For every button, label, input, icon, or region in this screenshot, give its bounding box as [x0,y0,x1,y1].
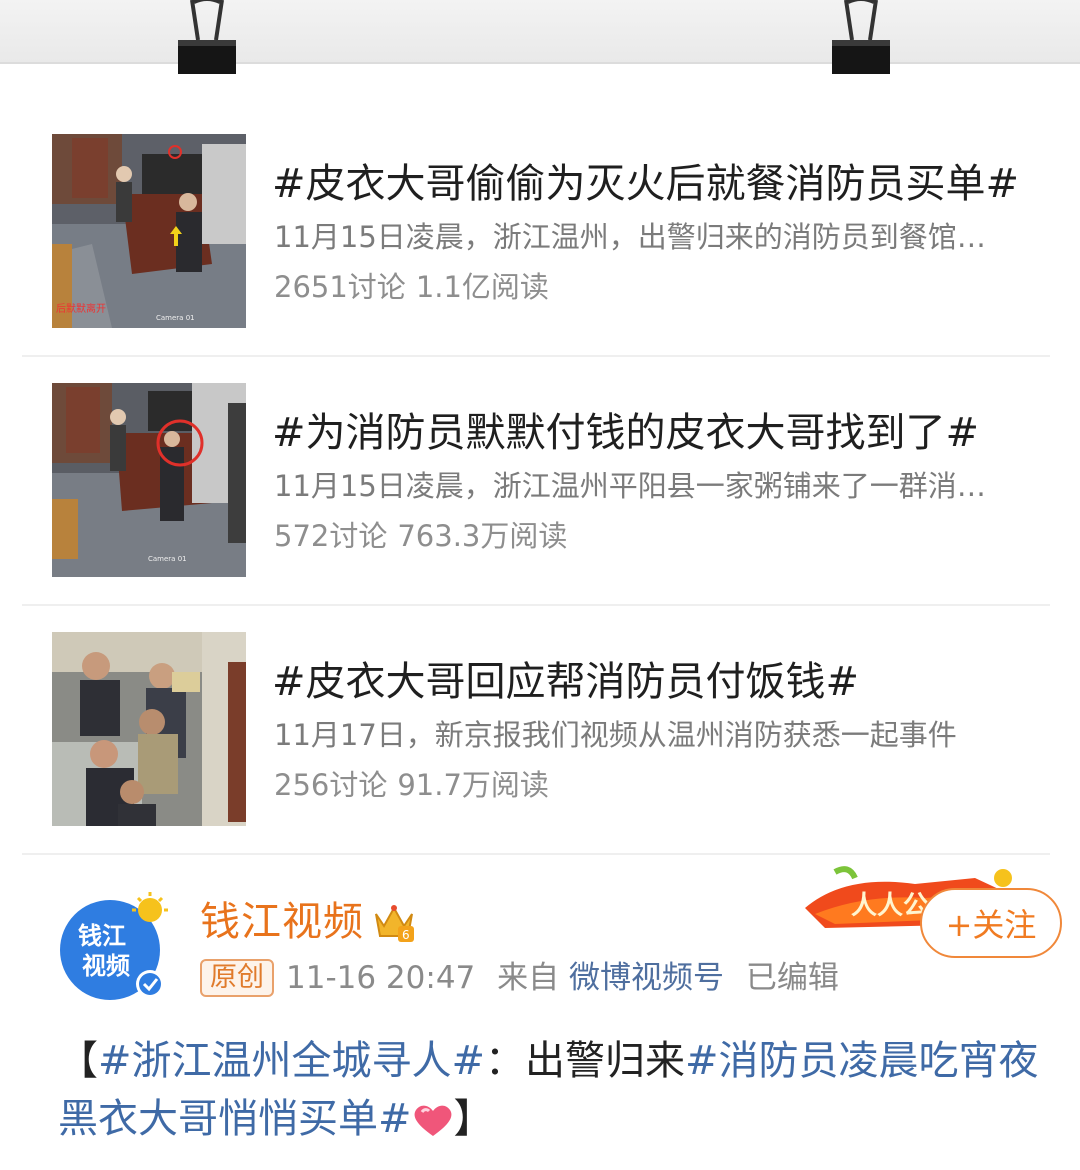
cctv-thumbnail-image: Camera 01 [52,383,246,577]
svg-text:Camera 01: Camera 01 [148,555,187,563]
username[interactable]: 钱江视频 [200,898,364,946]
topic-title[interactable]: #皮衣大哥回应帮消防员付饭钱# [272,658,1032,706]
topic-title[interactable]: #皮衣大哥偷偷为灭火后就餐消防员买单# [272,160,1032,208]
svg-text:视频: 视频 [82,952,130,980]
avatar[interactable]: 钱江 视频 [58,892,168,1002]
bracket-open: 【 [58,1038,98,1084]
topic-stats: 2651讨论 1.1亿阅读 [274,268,549,306]
follow-button[interactable]: +关注 [920,888,1062,958]
svg-text:人人公: 人人公 [851,891,929,921]
binder-clip-icon [178,0,236,74]
topic-stats: 572讨论 763.3万阅读 [274,517,567,555]
bracket-close: 】 [453,1096,494,1142]
svg-text:Camera 01: Camera 01 [156,314,195,322]
discussion-count: 256讨论 [274,768,388,802]
read-count: 91.7万阅读 [397,768,549,802]
post-body: 【#浙江温州全城寻人#：出警归来#消防员凌晨吃宵夜黑衣大哥悄悄买单# 】 [58,1032,1048,1148]
post-text: ：出警归来 [485,1038,686,1084]
topic-item[interactable]: Camera 01 #为消防员默默付钱的皮衣大哥找到了# 11月15日凌晨，浙江… [22,357,1050,606]
post-time: 11-16 20:47 [286,960,476,996]
discussion-count: 2651讨论 [274,270,406,304]
post-meta: 原创 11-16 20:47 来自 微博视频号 已编辑 [200,958,839,998]
svg-text:钱江: 钱江 [78,922,126,950]
crown-vip-icon: 6 [375,905,414,942]
topic-description: 11月15日凌晨，浙江温州，出警归来的消防员到餐馆吃宵夜 [274,220,1014,254]
cctv-thumbnail-image: 后默默离开 Camera 01 [52,134,246,328]
topic-item[interactable]: 后默默离开 Camera 01 #皮衣大哥偷偷为灭火后就餐消防员买单# 11月1… [22,108,1050,357]
topic-item[interactable]: #皮衣大哥回应帮消防员付饭钱# 11月17日，新京报我们视频从温州消防获悉一起事… [22,606,1050,855]
topic-stats: 256讨论 91.7万阅读 [274,766,549,804]
binder-clip-icon [832,0,890,74]
topic-description: 11月15日凌晨，浙江温州平阳县一家粥铺来了一群消防员 [274,469,1014,503]
restaurant-thumbnail-image [52,632,246,826]
svg-text:6: 6 [402,928,410,942]
edited-label[interactable]: 已编辑 [746,960,839,996]
original-badge: 原创 [200,959,274,997]
paper-top-strip [0,0,1080,64]
topic-title[interactable]: #为消防员默默付钱的皮衣大哥找到了# [272,409,1032,457]
svg-text:后默默离开: 后默默离开 [56,302,106,315]
from-label: 来自 [497,960,560,996]
read-count: 1.1亿阅读 [415,270,549,304]
hashtag-link[interactable]: #浙江温州全城寻人# [98,1038,485,1084]
topic-description: 11月17日，新京报我们视频从温州消防获悉一起事件 [274,718,957,752]
read-count: 763.3万阅读 [397,519,568,553]
heart-emoji-icon [414,1105,451,1136]
weibo-post: 钱江 视频 钱江视频 6 人人公 +关注 原创 11-16 20:47 来自 微博… [0,860,1080,1170]
discussion-count: 572讨论 [274,519,388,553]
source-link[interactable]: 微博视频号 [569,960,724,996]
topic-list: 后默默离开 Camera 01 #皮衣大哥偷偷为灭火后就餐消防员买单# 11月1… [22,108,1050,855]
